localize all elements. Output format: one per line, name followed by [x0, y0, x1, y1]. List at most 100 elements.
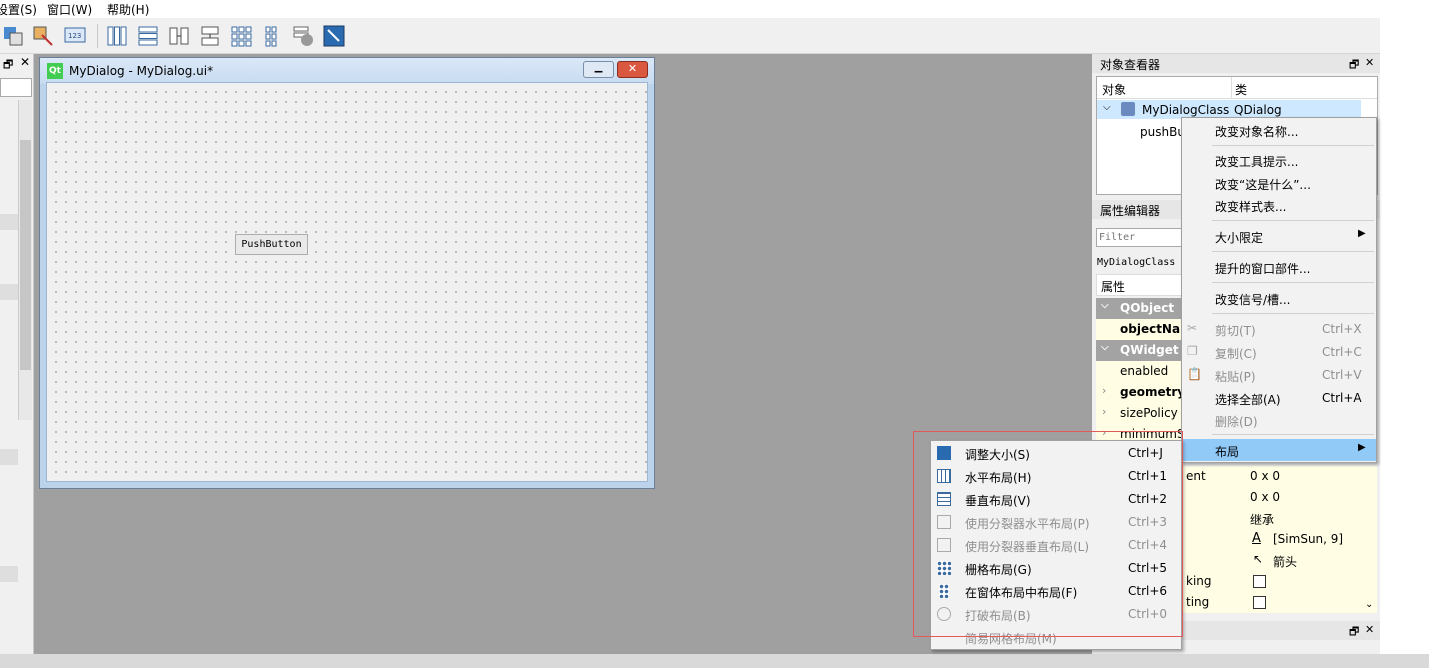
column-object[interactable]: 对象 — [1102, 81, 1126, 98]
toolbar: 123 — [0, 18, 1380, 54]
group-label: QObject — [1120, 301, 1175, 315]
category-header[interactable] — [0, 449, 18, 465]
cursor-arrow-icon: ↖ — [1253, 552, 1264, 566]
menu-item-layout[interactable]: 布局 ▶ — [1182, 439, 1376, 461]
chevron-right-icon[interactable]: › — [1102, 384, 1106, 397]
property-value: [SimSun, 9] — [1273, 532, 1344, 546]
chevron-down-icon[interactable]: ⌵ — [1101, 300, 1109, 311]
float-icon[interactable]: 🗗 — [3, 56, 13, 75]
layout-vertical-icon[interactable] — [135, 23, 161, 49]
filter-input[interactable] — [0, 78, 32, 97]
menu-item-label: 改变“这是什么”... — [1215, 178, 1311, 192]
menu-item-label: 改变对象名称... — [1215, 125, 1299, 139]
svg-text:123: 123 — [68, 32, 81, 40]
menu-settings[interactable]: 设置(S) — [0, 1, 37, 18]
form-titlebar[interactable]: Qt MyDialog - MyDialog.ui* ▁ ✕ — [40, 58, 654, 84]
property-value: 0 x 0 — [1250, 469, 1280, 483]
menu-item-whatsthis[interactable]: 改变“这是什么”... — [1182, 172, 1376, 194]
break-layout-icon[interactable] — [290, 23, 316, 49]
column-property[interactable]: 属性 — [1101, 278, 1125, 295]
scrollbar[interactable] — [18, 100, 32, 420]
background-area — [1380, 0, 1429, 654]
object-inspector-titlebar: 对象查看器 🗗 ✕ — [1092, 54, 1380, 73]
shortcut: Ctrl+C — [1322, 345, 1362, 359]
property-name: ent — [1186, 469, 1206, 483]
widget-box-dock: 🗗 ✕ — [0, 54, 34, 654]
menu-item-label: 粘贴(P) — [1215, 370, 1256, 384]
menu-item-cut[interactable]: ✂ 剪切(T) Ctrl+X — [1182, 318, 1376, 340]
menu-window[interactable]: 窗口(W) — [47, 1, 92, 18]
checkbox[interactable] — [1253, 596, 1266, 609]
dialog-icon — [1121, 102, 1135, 116]
menu-item-select-all[interactable]: 选择全部(A) Ctrl+A — [1182, 387, 1376, 409]
chevron-down-icon[interactable]: ⌵ — [1101, 342, 1109, 353]
menu-item-label: 改变工具提示... — [1215, 155, 1299, 169]
category-header[interactable] — [0, 284, 18, 300]
splitter-horizontal-icon[interactable] — [166, 23, 192, 49]
form-title: MyDialog - MyDialog.ui* — [69, 64, 214, 78]
menu-item-label: 布局 — [1215, 445, 1240, 459]
shortcut: Ctrl+V — [1322, 368, 1362, 382]
close-icon[interactable]: ✕ — [1365, 623, 1374, 636]
scissors-icon: ✂ — [1187, 321, 1198, 335]
checkbox[interactable] — [1253, 575, 1266, 588]
menu-item-label: 复制(C) — [1215, 347, 1257, 361]
menu-item-label: 改变样式表... — [1215, 200, 1287, 214]
adjust-size-icon[interactable] — [321, 23, 347, 49]
menu-item-label: 改变信号/槽... — [1215, 293, 1291, 307]
scroll-down-icon[interactable]: ⌄ — [1365, 599, 1373, 610]
menubar: 设置(S) 窗口(W) 帮助(H) — [0, 0, 1380, 18]
property-value: 继承 — [1250, 513, 1275, 527]
chevron-right-icon[interactable]: › — [1102, 405, 1106, 418]
menu-help[interactable]: 帮助(H) — [107, 1, 149, 18]
shortcut: Ctrl+X — [1322, 322, 1362, 336]
menu-item-tooltip[interactable]: 改变工具提示... — [1182, 149, 1376, 171]
menu-item-paste[interactable]: 📋 粘贴(P) Ctrl+V — [1182, 364, 1376, 386]
window-close-button[interactable]: ✕ — [617, 61, 648, 78]
close-icon[interactable]: ✕ — [20, 55, 30, 69]
highlight-box — [913, 431, 1183, 637]
layout-form-icon[interactable] — [258, 23, 284, 49]
menu-item-label: 提升的窗口部件... — [1215, 262, 1311, 276]
menu-item-delete[interactable]: 删除(D) — [1182, 409, 1376, 431]
menu-item-label: 删除(D) — [1215, 415, 1258, 429]
property-name: sizePolicy — [1120, 406, 1178, 420]
splitter-vertical-icon[interactable] — [197, 23, 223, 49]
tree-header: 对象 类 — [1097, 77, 1377, 99]
send-to-back-icon[interactable] — [0, 23, 26, 49]
property-value: 箭头 — [1273, 555, 1298, 569]
menu-item-size-constraints[interactable]: 大小限定 ▶ — [1182, 225, 1376, 247]
category-header[interactable] — [0, 214, 18, 230]
property-filter-input[interactable] — [1096, 228, 1182, 247]
chevron-down-icon[interactable]: ⌵ — [1103, 102, 1111, 113]
category-header[interactable] — [0, 566, 18, 582]
child-object-name: pushBu — [1140, 125, 1185, 139]
float-icon[interactable]: 🗗 — [1349, 56, 1359, 75]
form-canvas[interactable]: PushButton — [46, 82, 648, 482]
context-menu: 改变对象名称... 改变工具提示... 改变“这是什么”... 改变样式表...… — [1181, 117, 1377, 463]
layout-horizontal-icon[interactable] — [104, 23, 130, 49]
menu-item-copy[interactable]: ❐ 复制(C) Ctrl+C — [1182, 341, 1376, 363]
layout-grid-icon[interactable] — [228, 23, 254, 49]
menu-item-signals-slots[interactable]: 改变信号/槽... — [1182, 287, 1376, 309]
menu-item-label: 剪切(T) — [1215, 324, 1256, 338]
root-object-name: MyDialogClass — [1142, 103, 1230, 117]
push-button[interactable]: PushButton — [235, 234, 308, 255]
group-label: QWidget — [1120, 343, 1179, 357]
close-icon[interactable]: ✕ — [1365, 56, 1374, 69]
form-window: Qt MyDialog - MyDialog.ui* ▁ ✕ PushButto… — [39, 57, 655, 489]
menu-item-stylesheet[interactable]: 改变样式表... — [1182, 194, 1376, 216]
property-name: objectNar — [1120, 322, 1186, 336]
tab-order-icon[interactable]: 123 — [62, 23, 88, 49]
font-icon: A — [1252, 531, 1261, 546]
menu-item-label: 大小限定 — [1215, 231, 1264, 245]
minimize-button[interactable]: ▁ — [583, 61, 614, 78]
property-class-label: MyDialogClass — [1097, 257, 1176, 268]
bring-to-front-icon[interactable] — [30, 23, 56, 49]
object-inspector-title: 对象查看器 — [1100, 58, 1161, 72]
float-icon[interactable]: 🗗 — [1349, 623, 1359, 642]
menu-item-rename[interactable]: 改变对象名称... — [1182, 119, 1376, 141]
column-class[interactable]: 类 — [1235, 81, 1247, 98]
menu-item-promote[interactable]: 提升的窗口部件... — [1182, 256, 1376, 278]
property-name: enabled — [1120, 364, 1169, 378]
